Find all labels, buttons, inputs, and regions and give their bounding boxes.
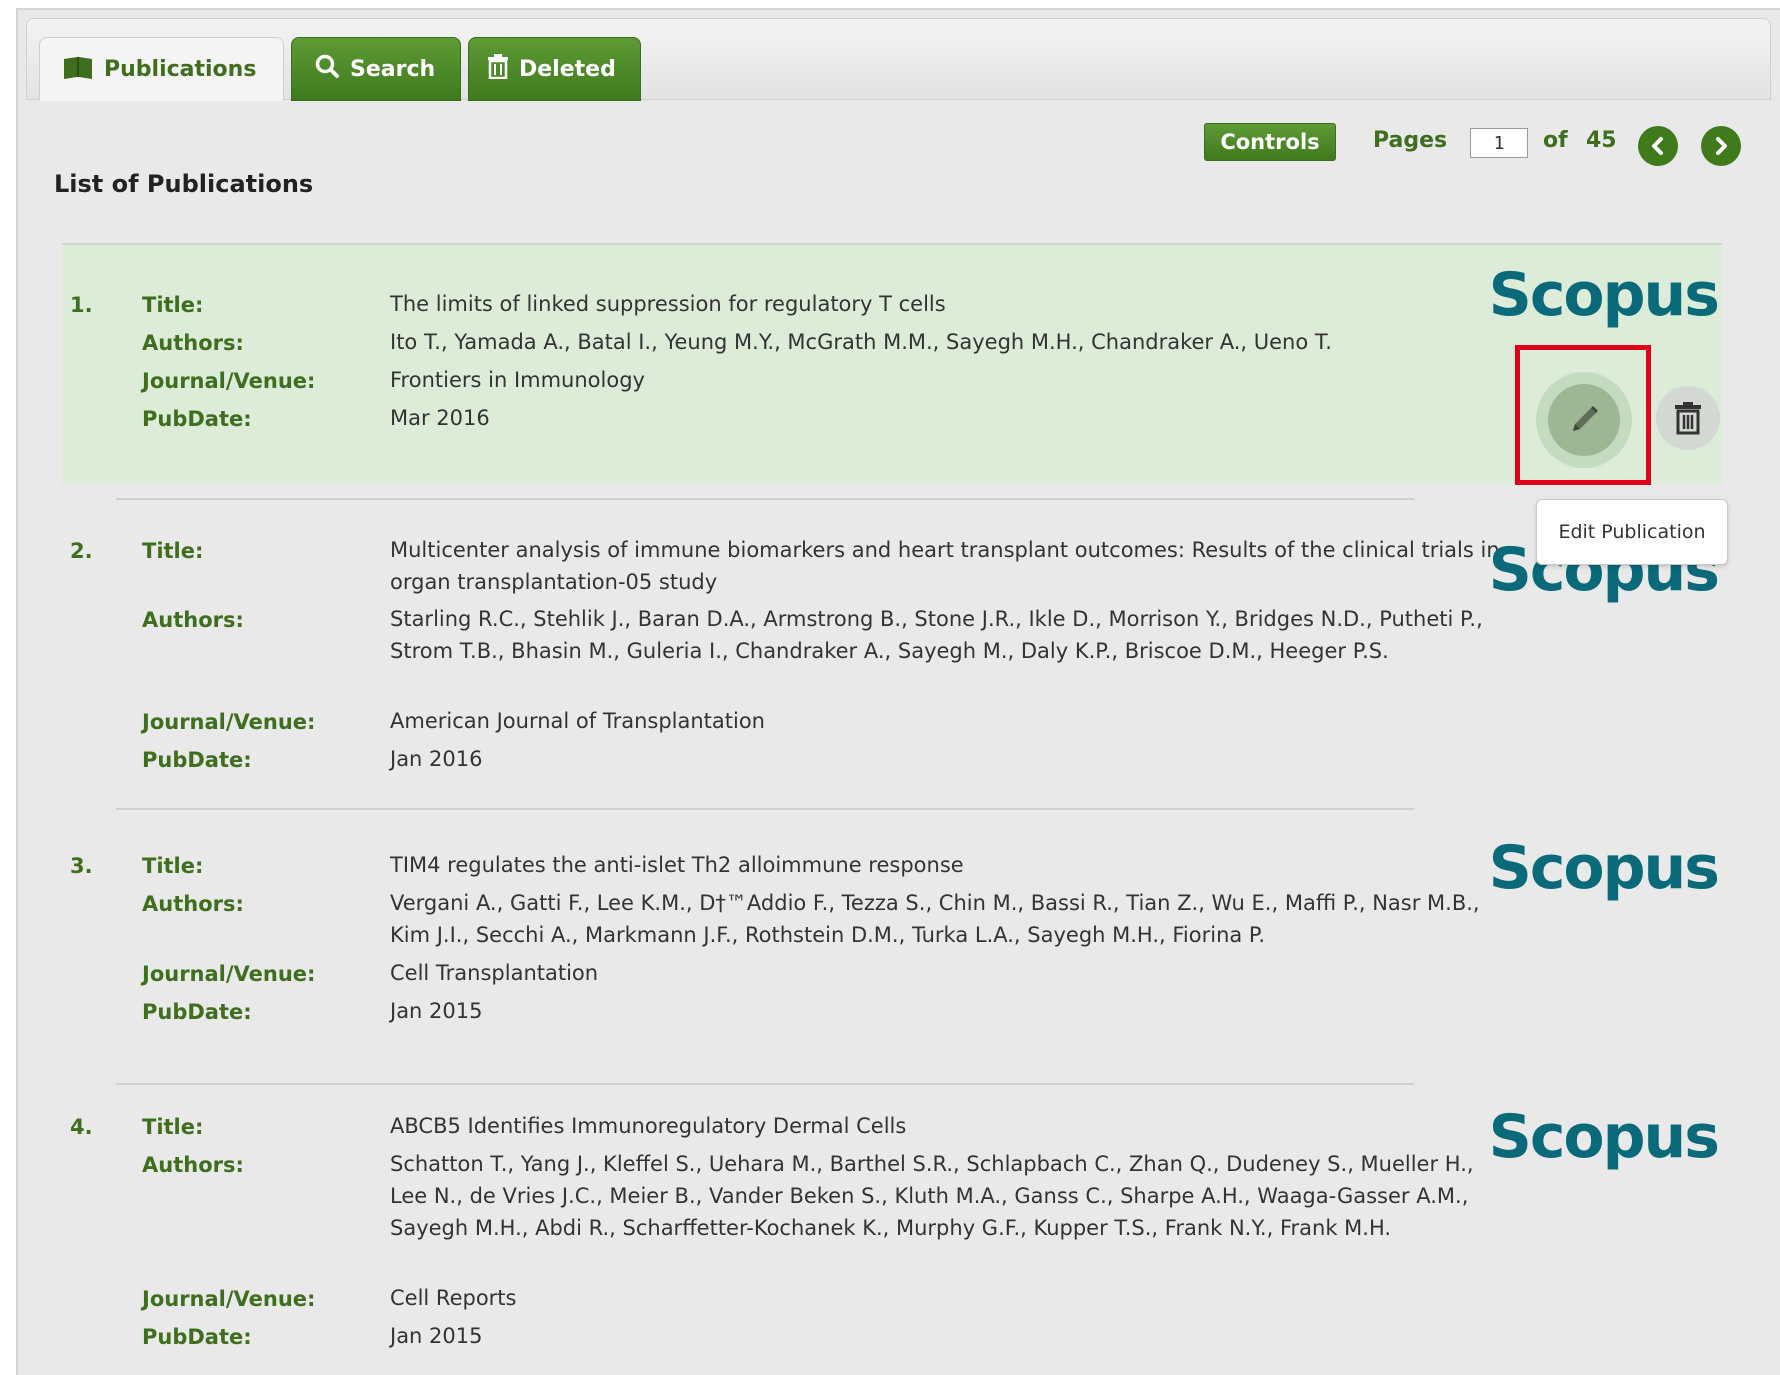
title-label: Title: xyxy=(142,854,204,878)
publication-number: 1. xyxy=(70,293,93,317)
list-title: List of Publications xyxy=(54,170,314,198)
pages-label: Pages xyxy=(1373,128,1448,153)
chevron-right-icon xyxy=(1716,137,1727,155)
trash-icon xyxy=(487,53,509,85)
publication-authors: Ito T., Yamada A., Batal I., Yeung M.Y.,… xyxy=(390,330,1332,354)
title-label: Title: xyxy=(142,293,204,317)
next-page-button[interactable] xyxy=(1701,126,1741,166)
authors-label: Authors: xyxy=(142,892,244,916)
authors-label: Authors: xyxy=(142,331,244,355)
tab-search[interactable]: Search xyxy=(291,37,461,101)
pubdate-label: PubDate: xyxy=(142,748,252,772)
scopus-logo[interactable]: Scopus xyxy=(1489,1107,1720,1167)
prev-page-button[interactable] xyxy=(1638,126,1678,166)
publication-pubdate: Jan 2015 xyxy=(390,999,483,1023)
publication-number: 4. xyxy=(70,1115,93,1139)
publication-journal: American Journal of Transplantation xyxy=(390,709,765,733)
of-label: of xyxy=(1543,128,1568,153)
pubdate-label: PubDate: xyxy=(142,1000,252,1024)
publication-title: Multicenter analysis of immune biomarker… xyxy=(390,538,1500,594)
book-icon xyxy=(62,54,94,86)
divider xyxy=(116,808,1414,810)
publication-row[interactable]: 3. Title: TIM4 regulates the anti-islet … xyxy=(62,838,1722,1040)
publication-authors: Starling R.C., Stehlik J., Baran D.A., A… xyxy=(390,607,1483,663)
publication-authors: Vergani A., Gatti F., Lee K.M., D†™Addio… xyxy=(390,891,1480,947)
publication-number: 2. xyxy=(70,539,93,563)
publication-title: The limits of linked suppression for reg… xyxy=(390,292,946,316)
publication-pubdate: Mar 2016 xyxy=(390,406,490,430)
app-frame: Publications Search Deleted Controls Pag… xyxy=(16,8,1780,1375)
tab-publications[interactable]: Publications xyxy=(39,37,284,101)
tab-bar: Publications Search Deleted xyxy=(26,18,1771,101)
publication-row[interactable]: 1. Title: The limits of linked suppressi… xyxy=(62,245,1722,485)
title-label: Title: xyxy=(142,1115,204,1139)
publication-journal: Cell Reports xyxy=(390,1286,517,1310)
journal-label: Journal/Venue: xyxy=(142,1287,316,1311)
publication-title: ABCB5 Identifies Immunoregulatory Dermal… xyxy=(390,1114,907,1138)
divider xyxy=(116,498,1414,500)
scopus-logo[interactable]: Scopus xyxy=(1489,265,1720,325)
publication-row[interactable]: 2. Title: Multicenter analysis of immune… xyxy=(62,520,1722,790)
trash-icon xyxy=(1675,402,1701,435)
publication-pubdate: Jan 2016 xyxy=(390,747,483,771)
tab-label: Deleted xyxy=(519,56,616,82)
edit-tooltip: Edit Publication xyxy=(1536,499,1728,565)
pubdate-label: PubDate: xyxy=(142,407,252,431)
tab-label: Search xyxy=(350,56,436,82)
publication-journal: Frontiers in Immunology xyxy=(390,368,645,392)
search-icon xyxy=(314,53,340,85)
pubdate-label: PubDate: xyxy=(142,1325,252,1349)
page-number-input[interactable] xyxy=(1470,128,1528,158)
total-pages: 45 xyxy=(1586,128,1617,153)
tab-deleted[interactable]: Deleted xyxy=(468,37,641,101)
pencil-icon xyxy=(1573,406,1598,431)
publication-journal: Cell Transplantation xyxy=(390,961,599,985)
publication-number: 3. xyxy=(70,854,93,878)
edit-publication-button[interactable] xyxy=(1536,372,1632,468)
authors-label: Authors: xyxy=(142,608,244,632)
controls-button[interactable]: Controls xyxy=(1204,123,1336,161)
edit-button-inner xyxy=(1548,384,1620,456)
publication-authors: Schatton T., Yang J., Kleffel S., Uehara… xyxy=(390,1152,1474,1240)
divider xyxy=(116,1083,1414,1085)
tab-label: Publications xyxy=(104,57,257,82)
journal-label: Journal/Venue: xyxy=(142,710,316,734)
delete-publication-button[interactable] xyxy=(1656,386,1720,450)
authors-label: Authors: xyxy=(142,1153,244,1177)
scopus-logo[interactable]: Scopus xyxy=(1489,838,1720,898)
publication-row[interactable]: 4. Title: ABCB5 Identifies Immunoregulat… xyxy=(62,1107,1722,1375)
publication-pubdate: Jan 2015 xyxy=(390,1324,483,1348)
journal-label: Journal/Venue: xyxy=(142,962,316,986)
chevron-left-icon xyxy=(1652,137,1663,155)
title-label: Title: xyxy=(142,539,204,563)
journal-label: Journal/Venue: xyxy=(142,369,316,393)
publication-title: TIM4 regulates the anti-islet Th2 alloim… xyxy=(390,853,964,877)
